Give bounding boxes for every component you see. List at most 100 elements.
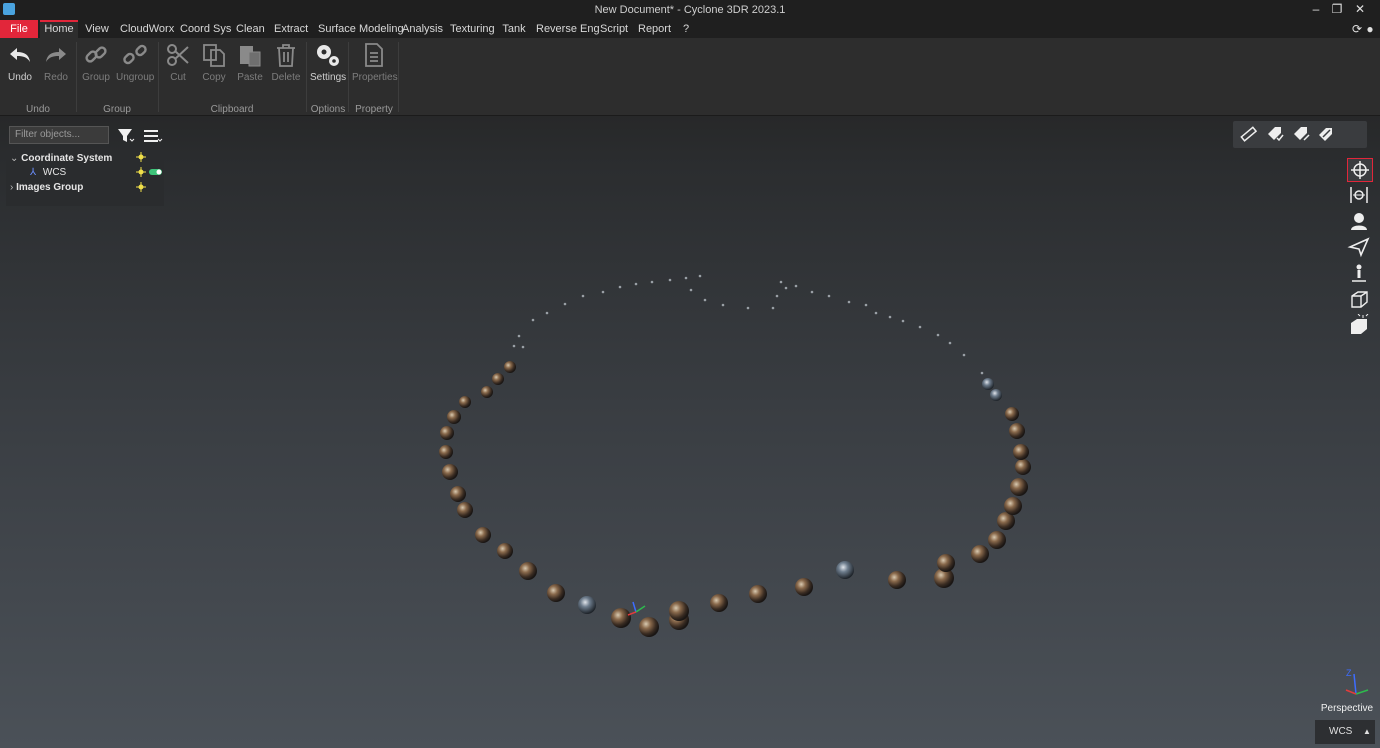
settings-button[interactable]: Settings <box>310 42 346 94</box>
image-sphere[interactable] <box>1005 407 1019 421</box>
menu-tank[interactable]: Tank <box>502 20 526 38</box>
image-sphere[interactable] <box>990 389 1002 401</box>
account-icon[interactable]: ● <box>1362 20 1378 38</box>
image-sphere[interactable] <box>710 594 728 612</box>
menu-report[interactable]: Report <box>638 20 671 38</box>
undo-button[interactable]: Undo <box>4 42 36 94</box>
image-sphere[interactable] <box>439 445 453 459</box>
user-view-icon <box>1351 213 1367 230</box>
close-icon[interactable]: ✕ <box>1349 0 1371 20</box>
image-sphere[interactable] <box>475 527 491 543</box>
image-sphere[interactable] <box>937 554 955 572</box>
tags-icon[interactable] <box>1317 125 1337 143</box>
image-sphere[interactable] <box>611 608 631 628</box>
scan-point <box>545 311 549 315</box>
scan-point <box>650 280 654 284</box>
walk-mode-button[interactable] <box>1347 262 1373 286</box>
image-sphere[interactable] <box>497 543 513 559</box>
properties-button[interactable]: Properties <box>352 42 398 94</box>
image-sphere[interactable] <box>457 502 473 518</box>
tree-label: WCS <box>42 167 67 178</box>
navigate-button[interactable] <box>1347 236 1373 260</box>
image-sphere[interactable] <box>971 545 989 563</box>
menu-file[interactable]: File <box>0 20 38 38</box>
image-sphere[interactable] <box>447 410 461 424</box>
3d-viewport[interactable]: Z <box>0 152 1380 748</box>
menu-clean[interactable]: Clean <box>236 20 265 38</box>
menu-coord-sys[interactable]: Coord Sys <box>180 20 231 38</box>
image-sphere[interactable] <box>982 378 994 390</box>
image-sphere[interactable] <box>459 396 471 408</box>
redo-button[interactable]: Redo <box>40 42 72 94</box>
ruler-icon[interactable] <box>1239 125 1257 143</box>
active-toggle[interactable] <box>149 169 163 176</box>
visibility-sun-icon[interactable] <box>136 152 146 162</box>
chevron-right-icon[interactable]: › <box>10 182 13 193</box>
minimize-icon[interactable]: – <box>1305 0 1327 20</box>
tag-check-icon[interactable] <box>1265 125 1285 143</box>
coordinate-system-selector[interactable]: WCS ▲ <box>1315 720 1375 744</box>
trash-icon <box>277 44 295 67</box>
view-operator-button[interactable] <box>1347 210 1373 234</box>
image-sphere[interactable] <box>504 361 516 373</box>
chevron-down-icon[interactable]: ⌄ <box>10 153 18 164</box>
menu-help[interactable]: ? <box>680 20 692 38</box>
image-sphere[interactable] <box>888 571 906 589</box>
image-sphere[interactable] <box>450 486 466 502</box>
image-sphere[interactable] <box>836 561 854 579</box>
paste-button[interactable]: Paste <box>234 42 266 94</box>
tree-item-images-group[interactable]: › Images Group <box>10 182 83 196</box>
scan-point <box>810 290 814 294</box>
image-sphere[interactable] <box>1013 444 1029 460</box>
menu-analysis[interactable]: Analysis <box>402 20 443 38</box>
menu-texturing[interactable]: Texturing <box>450 20 495 38</box>
image-sphere[interactable] <box>988 531 1006 549</box>
visibility-sun-icon[interactable] <box>136 167 146 177</box>
orbit-tool-button[interactable] <box>1347 158 1373 182</box>
visibility-sun-icon[interactable] <box>136 182 146 192</box>
group-separator <box>398 42 399 112</box>
image-sphere[interactable] <box>442 464 458 480</box>
zoom-fit-button[interactable] <box>1347 184 1373 208</box>
image-sphere[interactable] <box>492 373 504 385</box>
menu-reverse-eng[interactable]: Reverse Eng <box>536 20 600 38</box>
group-button[interactable]: Group <box>80 42 112 94</box>
image-sphere[interactable] <box>481 386 493 398</box>
menu-list-icon[interactable] <box>143 128 163 144</box>
image-sphere[interactable] <box>749 585 767 603</box>
delete-button[interactable]: Delete <box>270 42 302 94</box>
image-sphere[interactable] <box>639 617 659 637</box>
image-sphere[interactable] <box>1004 497 1022 515</box>
image-sphere[interactable] <box>1015 459 1031 475</box>
menu-extract[interactable]: Extract <box>274 20 308 38</box>
image-sphere[interactable] <box>440 426 454 440</box>
viewport-header <box>0 116 1380 156</box>
image-sphere[interactable] <box>547 584 565 602</box>
menu-cloudworx[interactable]: CloudWorx <box>120 20 174 38</box>
filter-icon[interactable] <box>117 128 135 144</box>
render-settings-button[interactable] <box>1347 313 1373 338</box>
filter-objects-input[interactable]: Filter objects... <box>9 126 109 144</box>
image-sphere[interactable] <box>795 578 813 596</box>
image-sphere[interactable] <box>1010 478 1028 496</box>
view-cube-button[interactable] <box>1347 288 1373 312</box>
restore-icon[interactable]: ❐ <box>1326 0 1348 20</box>
cut-button[interactable]: Cut <box>162 42 194 94</box>
menu-surface-modeling[interactable]: Surface Modeling <box>318 20 404 38</box>
scan-point <box>517 334 521 338</box>
menu-script[interactable]: Script <box>600 20 628 38</box>
image-sphere[interactable] <box>519 562 537 580</box>
tree-item-wcs[interactable]: ⅄ WCS <box>30 167 66 181</box>
group-label-options: Options <box>310 104 346 115</box>
menu-view[interactable]: View <box>84 20 110 38</box>
image-sphere[interactable] <box>578 596 596 614</box>
image-sphere[interactable] <box>1009 423 1025 439</box>
group-label-undo: Undo <box>26 104 50 115</box>
paper-plane-icon <box>1347 237 1370 258</box>
ungroup-button[interactable]: Ungroup <box>116 42 154 94</box>
tree-item-coordinate-system[interactable]: ⌄ Coordinate System <box>10 153 112 167</box>
menu-home[interactable]: Home <box>40 20 78 38</box>
image-sphere[interactable] <box>669 601 689 621</box>
tag-edit-icon[interactable] <box>1291 125 1311 143</box>
copy-button[interactable]: Copy <box>198 42 230 94</box>
